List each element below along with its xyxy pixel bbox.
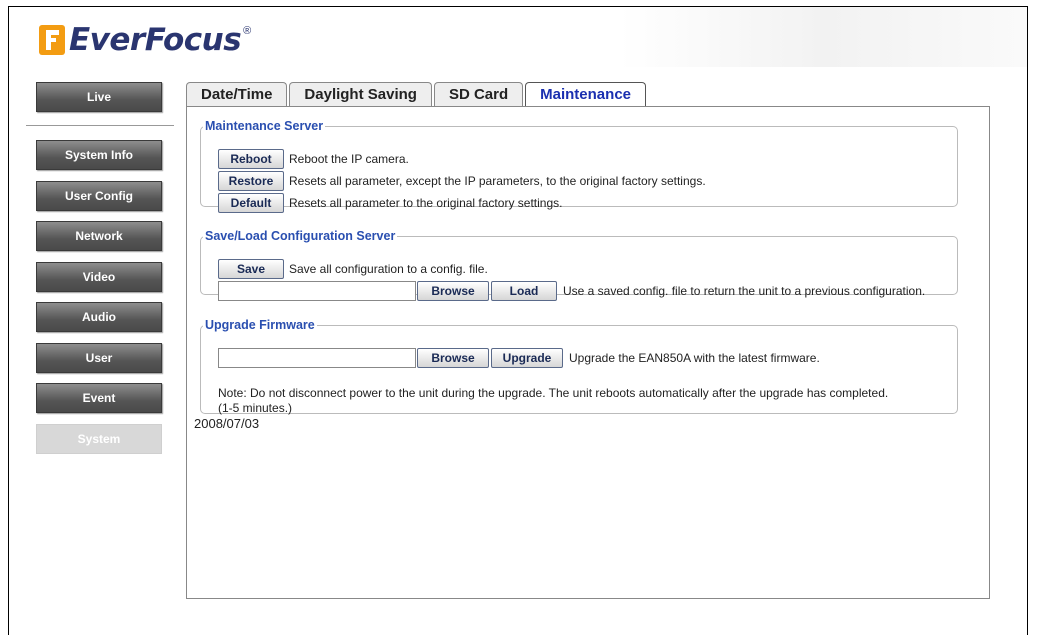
config-browse-button[interactable]: Browse bbox=[417, 281, 489, 301]
upgrade-button[interactable]: Upgrade bbox=[491, 348, 563, 368]
saveload-config-group: Save/Load Configuration Server Save Save… bbox=[200, 229, 958, 301]
default-button[interactable]: Default bbox=[218, 193, 284, 213]
brand-logo: EverFocus ® bbox=[39, 23, 251, 57]
nav-network[interactable]: Network bbox=[36, 221, 162, 251]
nav-video[interactable]: Video bbox=[36, 262, 162, 292]
nav-system[interactable]: System bbox=[36, 424, 162, 454]
load-row: Browse Load Use a saved config. file to … bbox=[218, 281, 925, 301]
default-description: Resets all parameter to the original fac… bbox=[289, 196, 563, 210]
upgrade-firmware-legend: Upgrade Firmware bbox=[205, 318, 315, 332]
logo-f-icon bbox=[39, 25, 65, 55]
nav-system-info[interactable]: System Info bbox=[36, 140, 162, 170]
frame-border-left bbox=[8, 6, 9, 635]
load-description: Use a saved config. file to return the u… bbox=[563, 284, 926, 298]
restore-row: Restore Resets all parameter, except the… bbox=[218, 171, 706, 191]
restore-button[interactable]: Restore bbox=[218, 171, 284, 191]
load-button[interactable]: Load bbox=[491, 281, 557, 301]
nav-divider bbox=[26, 125, 174, 126]
tab-date-time[interactable]: Date/Time bbox=[186, 82, 288, 106]
reboot-row: Reboot Reboot the IP camera. bbox=[218, 149, 409, 169]
default-row: Default Resets all parameter to the orig… bbox=[218, 193, 562, 213]
tab-sd-card[interactable]: SD Card bbox=[433, 82, 524, 106]
upgrade-note-line2: (1-5 minutes.) bbox=[218, 401, 293, 415]
upgrade-note: Note: Do not disconnect power to the uni… bbox=[218, 386, 888, 416]
registered-mark: ® bbox=[243, 25, 252, 37]
main-panel: Maintenance Server Reboot Reboot the IP … bbox=[186, 106, 990, 599]
restore-description: Resets all parameter, except the IP para… bbox=[289, 174, 706, 188]
upgrade-description: Upgrade the EAN850A with the latest firm… bbox=[569, 351, 820, 365]
header-banner: EverFocus ® bbox=[9, 7, 1027, 67]
firmware-browse-button[interactable]: Browse bbox=[417, 348, 489, 368]
save-description: Save all configuration to a config. file… bbox=[289, 262, 488, 276]
save-row: Save Save all configuration to a config.… bbox=[218, 259, 488, 279]
upgrade-row: Browse Upgrade Upgrade the EAN850A with … bbox=[218, 348, 820, 368]
nav-event[interactable]: Event bbox=[36, 383, 162, 413]
brand-name: EverFocus bbox=[69, 22, 242, 58]
nav-user-config[interactable]: User Config bbox=[36, 181, 162, 211]
nav-audio[interactable]: Audio bbox=[36, 302, 162, 332]
nav-live[interactable]: Live bbox=[36, 82, 162, 112]
config-file-input[interactable] bbox=[218, 281, 416, 301]
reboot-button[interactable]: Reboot bbox=[218, 149, 284, 169]
saveload-config-legend: Save/Load Configuration Server bbox=[205, 229, 396, 243]
upgrade-note-line1: Note: Do not disconnect power to the uni… bbox=[218, 386, 889, 400]
nav-user[interactable]: User bbox=[36, 343, 162, 373]
tab-bar: Date/Time Daylight Saving SD Card Mainte… bbox=[186, 82, 648, 106]
frame-border-right bbox=[1027, 6, 1028, 635]
firmware-date: 2008/07/03 bbox=[194, 416, 260, 431]
maintenance-server-legend: Maintenance Server bbox=[205, 119, 324, 133]
upgrade-firmware-group: Upgrade Firmware Browse Upgrade Upgrade … bbox=[200, 318, 958, 416]
maintenance-server-group: Maintenance Server Reboot Reboot the IP … bbox=[200, 119, 958, 213]
reboot-description: Reboot the IP camera. bbox=[289, 152, 409, 166]
firmware-file-input[interactable] bbox=[218, 348, 416, 368]
tab-daylight-saving[interactable]: Daylight Saving bbox=[289, 82, 432, 106]
tab-maintenance[interactable]: Maintenance bbox=[525, 82, 646, 106]
save-button[interactable]: Save bbox=[218, 259, 284, 279]
